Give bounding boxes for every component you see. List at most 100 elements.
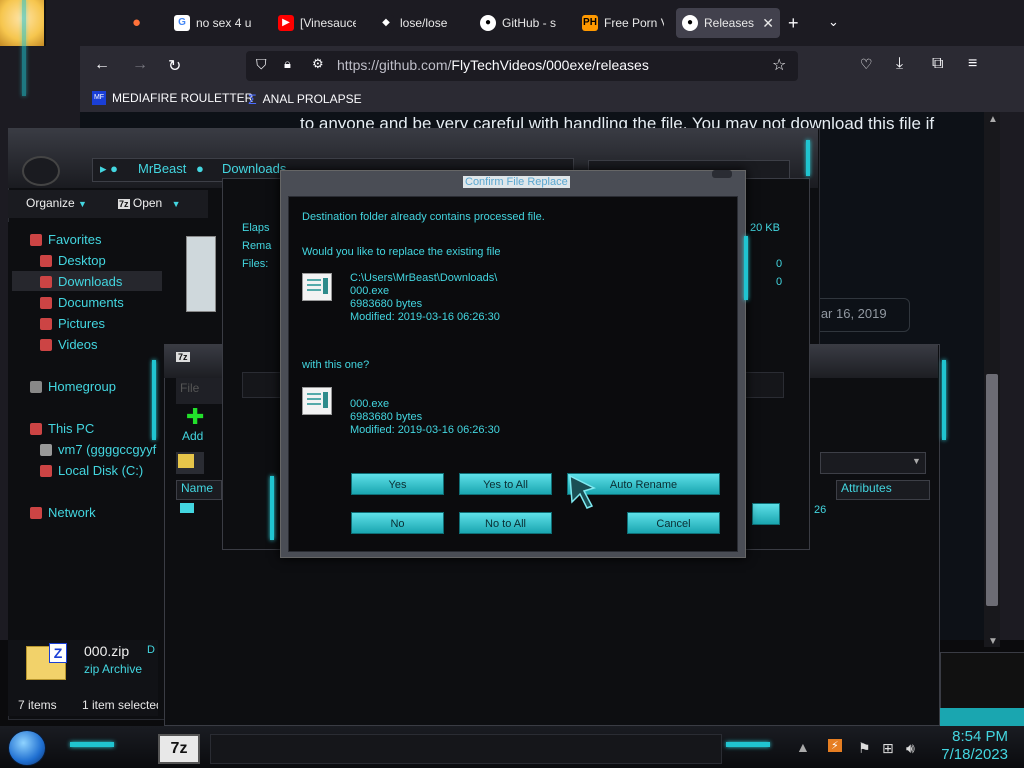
incoming-file-name: 000.exe — [350, 398, 390, 410]
menu-icon[interactable]: ≡ — [968, 55, 977, 73]
volume-icon[interactable]: 🔊︎ — [906, 740, 915, 757]
existing-file-path: C:\Users\MrBeast\Downloads\ — [350, 272, 498, 284]
disk-icon — [40, 464, 52, 477]
column-attributes[interactable]: Attributes — [836, 480, 930, 500]
videos-icon — [40, 338, 52, 351]
tab-vinesauce[interactable]: ▶ [Vinesauce — [278, 8, 356, 38]
release-date: Mar 16, 2019 — [810, 306, 887, 321]
no-to-all-button[interactable]: No to All — [459, 512, 552, 534]
downloads-icon — [40, 275, 52, 288]
tab-ph[interactable]: PH Free Porn V — [582, 8, 664, 38]
scroll-up-icon[interactable]: ▲ — [988, 114, 998, 125]
back-icon[interactable]: ← — [94, 56, 110, 74]
details-extra: D — [147, 644, 155, 656]
details-file-name: 000.zip — [84, 643, 130, 659]
tab-list-chevron-icon[interactable]: ⌄ — [828, 14, 839, 30]
mouse-cursor-icon — [569, 474, 597, 509]
breadcrumb-mrbeast[interactable]: MrBeast — [138, 161, 186, 176]
nav-videos[interactable]: Videos — [40, 337, 98, 352]
cancel-button[interactable]: Cancel — [627, 512, 720, 534]
close-icon[interactable] — [712, 170, 732, 178]
nav-pictures[interactable]: Pictures — [40, 316, 105, 331]
google-icon: G — [174, 15, 190, 31]
menu-file[interactable]: File — [180, 381, 199, 395]
close-tab-icon[interactable]: ✕ — [762, 15, 774, 32]
chevron-down-icon[interactable]: ▼ — [912, 456, 921, 466]
taskbar-app-area — [210, 734, 722, 764]
background-button[interactable] — [752, 503, 780, 525]
forward-icon[interactable]: → — [132, 56, 148, 74]
nav-local-disk[interactable]: Local Disk (C:) — [40, 463, 143, 478]
tab-loselose[interactable]: ◆ lose/lose — [378, 8, 458, 38]
url-text[interactable]: https://github.com/FlyTechVideos/000exe/… — [337, 57, 649, 73]
show-hidden-icons[interactable]: ▲ — [796, 739, 810, 755]
pictures-icon — [40, 317, 52, 330]
add-button[interactable]: Add — [182, 429, 203, 443]
row-value: 26 — [814, 504, 827, 516]
dialog-with-this: with this one? — [302, 359, 370, 371]
organize-button[interactable]: Organize ▼ — [26, 196, 87, 210]
progress-value-2: 0 — [776, 276, 783, 288]
star-icon — [30, 233, 42, 246]
yes-button[interactable]: Yes — [351, 473, 444, 495]
page-scrollbar-thumb[interactable] — [986, 374, 998, 606]
yes-to-all-button[interactable]: Yes to All — [459, 473, 552, 495]
tab-google[interactable]: G no sex 4 u — [174, 8, 254, 38]
documents-icon — [40, 296, 52, 309]
sigma-icon: Σ — [248, 91, 257, 107]
taskbar-accent — [726, 742, 770, 747]
nav-documents[interactable]: Documents — [40, 295, 124, 310]
shield-icon[interactable]: ⛉ — [256, 56, 267, 73]
usb-drive-icon — [40, 443, 52, 456]
new-tab-icon[interactable]: + — [788, 13, 799, 34]
bookmark-star-icon[interactable]: ☆ — [772, 55, 786, 75]
nav-this-pc[interactable]: This PC — [30, 421, 94, 436]
back-orb-icon[interactable] — [22, 156, 60, 186]
nav-desktop[interactable]: Desktop — [40, 253, 106, 268]
path-combo[interactable] — [820, 452, 926, 474]
tab-releases[interactable]: ● Releases ✕ — [676, 8, 780, 38]
download-icon[interactable]: ⤓ — [896, 55, 903, 73]
breadcrumb-sep-icon: ● — [196, 161, 204, 176]
tab-github[interactable]: ● GitHub - s — [480, 8, 562, 38]
details-file-type: zip Archive — [84, 662, 143, 676]
scroll-down-icon[interactable]: ▼ — [988, 636, 998, 647]
bookmark-anal-prolapse[interactable]: Σ ANAL PROLAPSE — [248, 91, 362, 107]
frame-accent — [152, 360, 156, 440]
bookmark-mediafire[interactable]: MF MEDIAFIRE ROULETTER — [92, 91, 253, 105]
nav-favorites[interactable]: Favorites — [30, 232, 101, 247]
preview-image — [186, 236, 216, 312]
folder-icon — [178, 454, 194, 468]
taskbar-7zip[interactable]: 7z — [158, 734, 200, 764]
permissions-icon[interactable]: ⚙ — [312, 56, 324, 72]
network-tray-icon[interactable]: ⊞ — [882, 740, 894, 757]
lock-icon[interactable]: 🔒︎ — [284, 56, 291, 72]
breadcrumb-downloads[interactable]: Downloads — [222, 161, 286, 176]
frame-accent — [270, 476, 274, 540]
reload-icon[interactable]: ↻ — [168, 56, 181, 76]
nav-vm7-drive[interactable]: vm7 (ggggccgyyf — [40, 442, 156, 457]
flag-icon[interactable]: ⚑ — [858, 740, 871, 757]
gadget-bar — [940, 708, 1024, 726]
ph-icon: PH — [582, 15, 598, 31]
nav-network[interactable]: Network — [30, 505, 96, 520]
extensions-icon[interactable]: ⧉ — [932, 55, 943, 73]
column-name[interactable]: Name — [176, 480, 222, 500]
chevron-down-icon: ▼ — [171, 199, 181, 209]
firefox-icon[interactable]: ● — [132, 14, 141, 31]
taskbar-clock[interactable]: 8:54 PM 7/18/2023 — [928, 728, 1008, 764]
tray-app-icon[interactable]: ⚡ — [828, 739, 842, 752]
frame-accent — [22, 0, 26, 96]
start-button[interactable] — [8, 730, 46, 766]
breadcrumb-arrow-icon: ▸ ● — [100, 161, 118, 176]
homegroup-icon — [30, 380, 42, 393]
nav-downloads[interactable]: Downloads — [40, 274, 122, 289]
archive-row-icon — [180, 503, 194, 513]
nav-homegroup[interactable]: Homegroup — [30, 379, 116, 394]
pocket-icon[interactable]: ♡ — [860, 56, 873, 73]
open-button[interactable]: 7z Open ▼ — [118, 196, 180, 210]
no-button[interactable]: No — [351, 512, 444, 534]
incoming-file-size: 6983680 bytes — [350, 411, 423, 423]
files-label: Files: — [242, 258, 269, 270]
github-icon: ● — [682, 15, 698, 31]
